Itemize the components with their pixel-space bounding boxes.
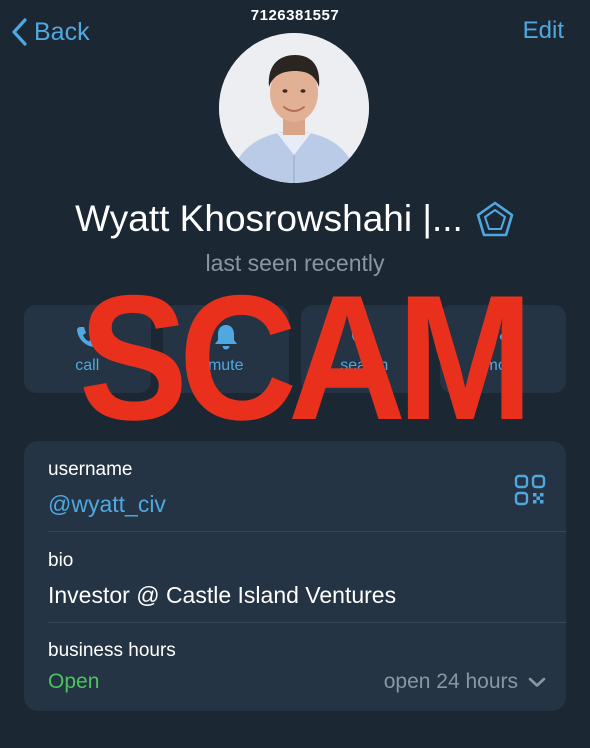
qr-code-icon[interactable] [514,474,546,506]
last-seen-status: last seen recently [205,250,385,276]
hours-toggle[interactable]: open 24 hours [384,670,546,694]
action-buttons: call mute search more [24,305,566,393]
edit-button[interactable]: Edit [523,17,564,45]
bio-row: bio Investor @ Castle Island Ventures [48,550,546,609]
mute-button[interactable]: mute [162,305,289,393]
more-button[interactable]: more [439,305,566,393]
profile-screen: Back 7126381557 Edit Wyatt Khosrowshahi … [0,0,590,748]
avatar[interactable] [219,33,369,183]
more-icon [488,323,518,351]
name-row: Wyatt Khosrowshahi |... [0,198,590,240]
open-status: Open [48,670,100,693]
bio-value: Investor @ Castle Island Ventures [48,582,397,608]
hours-value: open 24 hours [383,670,518,693]
username-value[interactable]: @wyatt_civ [48,491,546,518]
search-icon [350,323,378,351]
call-label: call [75,357,100,374]
bell-icon [213,323,239,351]
username-row[interactable]: username @wyatt_civ [48,459,546,518]
business-hours-row[interactable]: business hours Open open 24 hours [48,640,546,694]
bio-label: bio [48,550,74,571]
profile-name: Wyatt Khosrowshahi |... [75,198,463,239]
business-hours-label: business hours [48,640,176,661]
call-button[interactable]: call [24,305,151,393]
chevron-down-icon [528,670,546,694]
phone-icon [74,323,100,351]
premium-star-icon[interactable] [475,200,515,238]
search-button[interactable]: search [301,305,428,393]
divider [48,622,566,623]
mute-label: mute [207,357,244,374]
info-card: username @wyatt_civ bio Investor @ Castl… [24,441,566,711]
divider [48,531,566,532]
phone-number: 7126381557 [250,7,340,24]
search-label: search [340,357,389,374]
username-label: username [48,459,133,480]
more-label: more [484,357,521,374]
